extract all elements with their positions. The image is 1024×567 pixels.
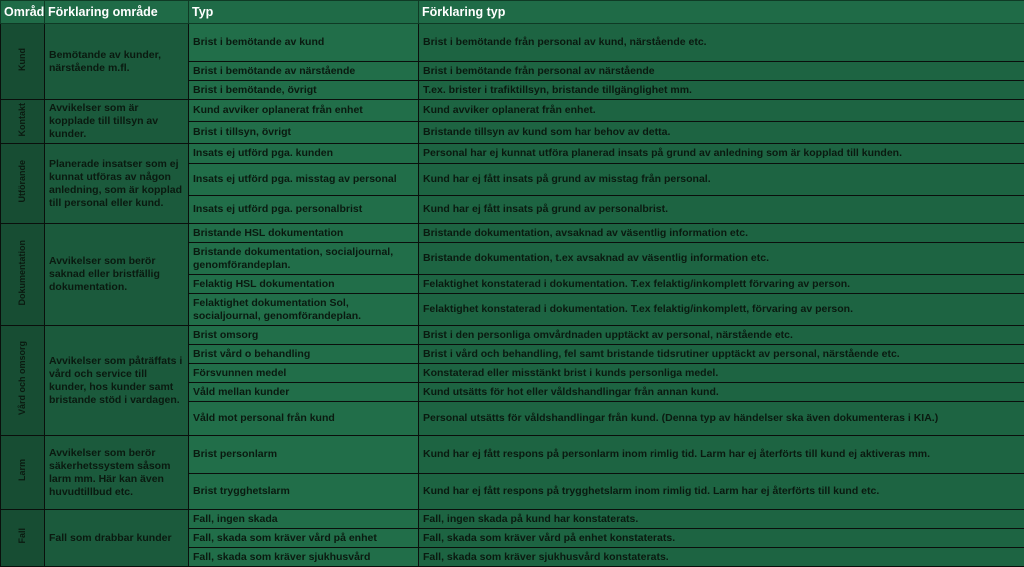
type-cell: Brist vård o behandling <box>189 345 419 364</box>
area-label: Utförande <box>16 160 29 203</box>
type-explanation: Konstaterad eller misstänkt brist i kund… <box>419 364 1024 383</box>
type-explanation: Bristande dokumentation, t.ex avsaknad a… <box>419 243 1024 275</box>
area-explanation: Fall som drabbar kunder <box>45 510 189 567</box>
type-cell: Försvunnen medel <box>189 364 419 383</box>
type-explanation: Kund utsätts för hot eller våldshandling… <box>419 383 1024 402</box>
type-explanation: Fall, skada som kräver sjukhusvård konst… <box>419 548 1024 567</box>
header-row: Område Förklaring område Typ Förklaring … <box>1 1 1024 24</box>
type-cell: Brist i tillsyn, övrigt <box>189 122 419 144</box>
type-cell: Kund avviker oplanerat från enhet <box>189 100 419 122</box>
area-cell: Kontakt <box>1 100 45 144</box>
type-cell: Felaktighet dokumentation Sol, socialjou… <box>189 294 419 326</box>
area-cell: Kund <box>1 24 45 100</box>
type-cell: Insats ej utförd pga. kunden <box>189 144 419 164</box>
area-explanation: Planerade insatser som ej kunnat utföras… <box>45 144 189 224</box>
type-explanation: Kund avviker oplanerat från enhet. <box>419 100 1024 122</box>
type-cell: Fall, skada som kräver sjukhusvård <box>189 548 419 567</box>
area-cell: Fall <box>1 510 45 567</box>
type-cell: Brist omsorg <box>189 326 419 345</box>
table-row: Utförande Planerade insatser som ej kunn… <box>1 144 1024 164</box>
type-cell: Fall, ingen skada <box>189 510 419 529</box>
area-explanation: Avvikelser som berör saknad eller bristf… <box>45 224 189 326</box>
area-cell: Larm <box>1 436 45 510</box>
avvikelse-table: Område Förklaring område Typ Förklaring … <box>0 0 1024 567</box>
area-explanation: Avvikelser som berör säkerhetssystem sås… <box>45 436 189 510</box>
type-explanation: Brist i vård och behandling, fel samt br… <box>419 345 1024 364</box>
type-explanation: T.ex. brister i trafiktillsyn, bristande… <box>419 81 1024 100</box>
type-explanation: Personal har ej kunnat utföra planerad i… <box>419 144 1024 164</box>
type-cell: Våld mellan kunder <box>189 383 419 402</box>
type-cell: Brist trygghetslarm <box>189 474 419 510</box>
type-cell: Brist personlarm <box>189 436 419 474</box>
area-cell: Dokumentation <box>1 224 45 326</box>
table-row: Dokumentation Avvikelser som berör sakna… <box>1 224 1024 243</box>
area-label: Fall <box>16 528 29 544</box>
type-explanation: Brist i bemötande från personal av närst… <box>419 62 1024 81</box>
type-explanation: Kund har ej fått respons på personlarm i… <box>419 436 1024 474</box>
type-explanation: Brist i den personliga omvårdnaden upptä… <box>419 326 1024 345</box>
table-row: Fall Fall som drabbar kunder Fall, ingen… <box>1 510 1024 529</box>
area-label: Dokumentation <box>16 240 29 306</box>
type-explanation: Kund har ej fått insats på grund av miss… <box>419 164 1024 196</box>
table-row: Vård och omsorg Avvikelser som påträffat… <box>1 326 1024 345</box>
type-cell: Bristande HSL dokumentation <box>189 224 419 243</box>
type-cell: Bristande dokumentation, socialjournal, … <box>189 243 419 275</box>
type-explanation: Personal utsätts för våldshandlingar frå… <box>419 402 1024 436</box>
type-cell: Fall, skada som kräver vård på enhet <box>189 529 419 548</box>
type-explanation: Kund har ej fått respons på trygghetslar… <box>419 474 1024 510</box>
table-row: Larm Avvikelser som berör säkerhetssyste… <box>1 436 1024 474</box>
type-explanation: Brist i bemötande från personal av kund,… <box>419 24 1024 62</box>
header-forklaring-omrade: Förklaring område <box>45 1 189 24</box>
area-cell: Vård och omsorg <box>1 326 45 436</box>
table-row: Kontakt Avvikelser som är kopplade till … <box>1 100 1024 122</box>
type-cell: Brist i bemötande, övrigt <box>189 81 419 100</box>
area-label: Vård och omsorg <box>16 341 29 415</box>
type-cell: Våld mot personal från kund <box>189 402 419 436</box>
type-cell: Brist i bemötande av kund <box>189 24 419 62</box>
area-cell: Utförande <box>1 144 45 224</box>
table-row: Kund Bemötande av kunder, närstående m.f… <box>1 24 1024 62</box>
type-cell: Insats ej utförd pga. misstag av persona… <box>189 164 419 196</box>
area-explanation: Avvikelser som är kopplade till tillsyn … <box>45 100 189 144</box>
header-typ: Typ <box>189 1 419 24</box>
type-explanation: Fall, ingen skada på kund har konstatera… <box>419 510 1024 529</box>
area-explanation: Bemötande av kunder, närstående m.fl. <box>45 24 189 100</box>
type-explanation: Bristande dokumentation, avsaknad av väs… <box>419 224 1024 243</box>
area-label: Kund <box>16 48 29 71</box>
type-cell: Insats ej utförd pga. personalbrist <box>189 196 419 224</box>
type-cell: Brist i bemötande av närstående <box>189 62 419 81</box>
area-label: Larm <box>16 459 29 481</box>
type-explanation: Kund har ej fått insats på grund av pers… <box>419 196 1024 224</box>
type-explanation: Felaktighet konstaterad i dokumentation.… <box>419 294 1024 326</box>
type-explanation: Bristande tillsyn av kund som har behov … <box>419 122 1024 144</box>
header-omrade: Område <box>1 1 45 24</box>
type-explanation: Felaktighet konstaterad i dokumentation.… <box>419 275 1024 294</box>
header-forklaring-typ: Förklaring typ <box>419 1 1024 24</box>
type-explanation: Fall, skada som kräver vård på enhet kon… <box>419 529 1024 548</box>
area-label: Kontakt <box>16 103 29 137</box>
area-explanation: Avvikelser som påträffats i vård och ser… <box>45 326 189 436</box>
type-cell: Felaktig HSL dokumentation <box>189 275 419 294</box>
